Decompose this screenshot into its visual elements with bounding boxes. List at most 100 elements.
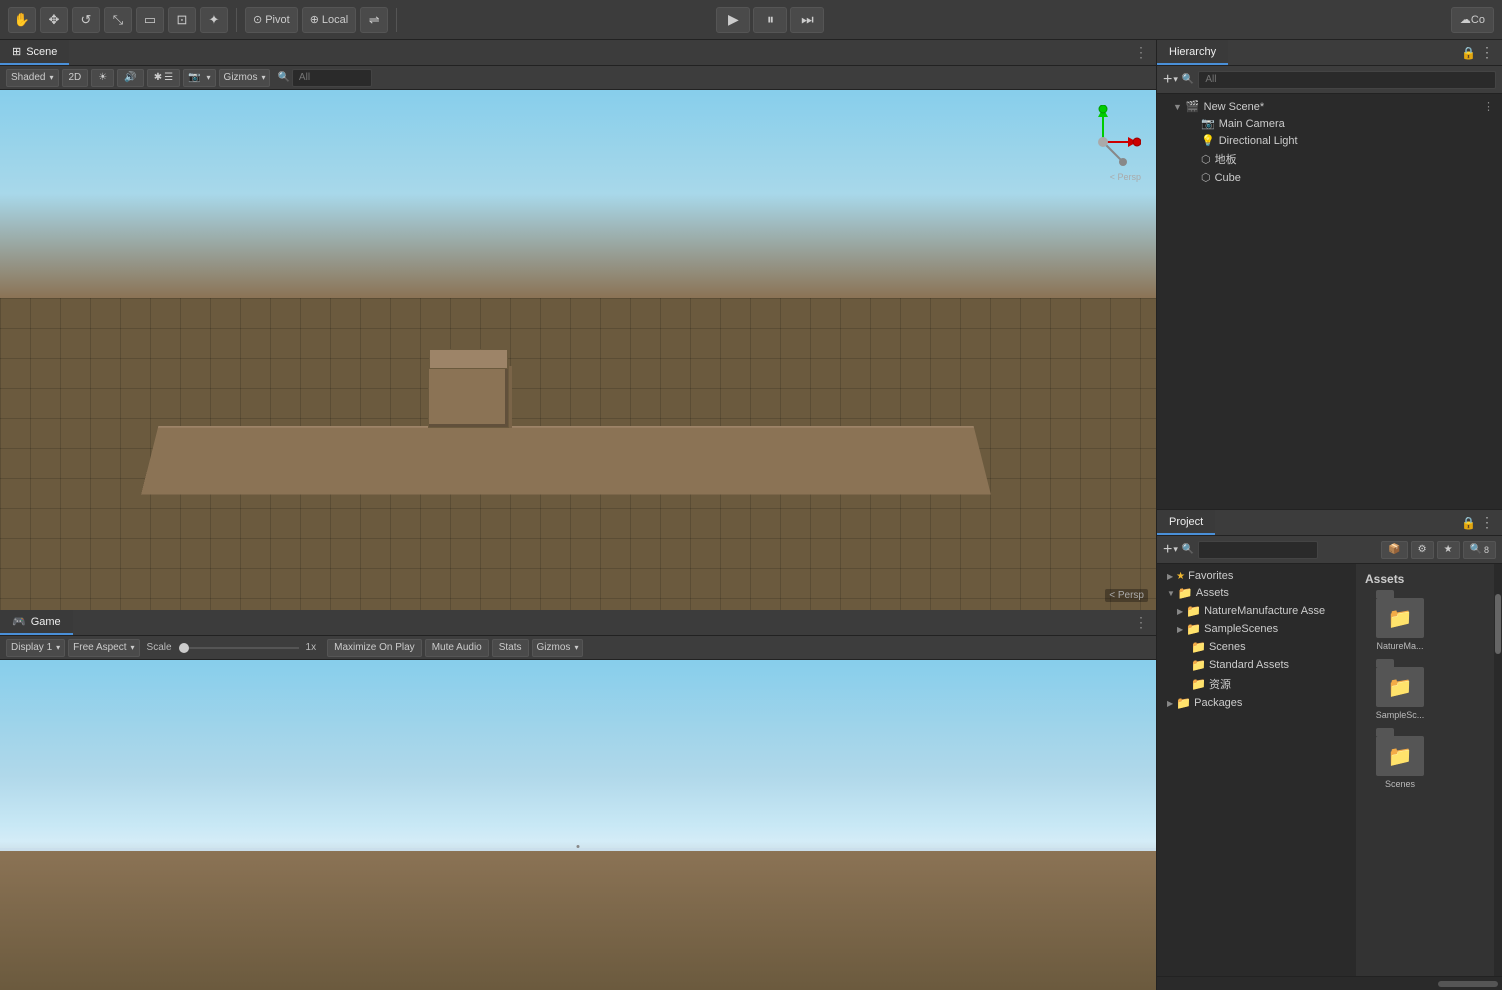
rect-tool-btn[interactable]: ▭ xyxy=(136,7,164,33)
packages-label: Packages xyxy=(1194,697,1242,709)
scene-cam-effects-btn[interactable]: 📷 xyxy=(183,69,215,87)
pause-btn[interactable]: ⏸ xyxy=(753,7,787,33)
plus-icon: + xyxy=(1163,71,1172,89)
game-tab[interactable]: 🎮 Game xyxy=(0,610,73,635)
gizmos-dropdown[interactable]: Gizmos xyxy=(219,69,271,87)
hierarchy-add-btn[interactable]: + ▾ xyxy=(1163,71,1178,89)
assets-label-tree: Assets xyxy=(1196,587,1229,599)
gizmos-label: Gizmos xyxy=(224,72,258,83)
project-hscrollbar xyxy=(1157,976,1502,990)
lighting-btn[interactable]: ☀ xyxy=(91,69,114,87)
hierarchy-main-camera[interactable]: 📷 Main Camera xyxy=(1157,115,1502,132)
hierarchy-ground[interactable]: ⬡ 地板 xyxy=(1157,149,1502,169)
scene-menu-icon: ⋮ xyxy=(1483,100,1494,113)
hierarchy-cube[interactable]: ⬡ Cube xyxy=(1157,169,1502,186)
project-tree-scenes[interactable]: 📁 Scenes xyxy=(1157,638,1356,656)
scene-vis-btn[interactable]: ✱ ☰ xyxy=(147,69,180,87)
light-icon: 💡 xyxy=(1201,134,1215,147)
project-tree-standard[interactable]: 📁 Standard Assets xyxy=(1157,656,1356,674)
project-lock-btn[interactable]: 🔒 xyxy=(1461,516,1476,530)
rotate-tool-btn[interactable]: ↺ xyxy=(72,7,100,33)
audio-icon: 🔊 xyxy=(124,72,136,83)
favorites-arrow: ▶ xyxy=(1167,572,1173,581)
project-toolbar: + ▾ 🔍 📦 ⚙ ★ 🔍 8 xyxy=(1157,536,1502,564)
display-dropdown[interactable]: Display 1 xyxy=(6,639,65,657)
project-tree-nature[interactable]: ▶ 📁 NatureManufacture Asse xyxy=(1157,602,1356,620)
asset-nature-folder[interactable]: 📁 NatureMa... xyxy=(1365,594,1435,655)
sample-label: SampleScenes xyxy=(1204,623,1278,635)
hierarchy-tab[interactable]: Hierarchy xyxy=(1157,40,1228,65)
play-btn[interactable]: ▶ xyxy=(716,7,750,33)
pivot-btn[interactable]: ⊙ Pivot xyxy=(245,7,298,33)
custom-editor-btn[interactable]: ✦ xyxy=(200,7,228,33)
game-toolbar: Display 1 Free Aspect Scale 1x Maximize … xyxy=(0,636,1156,660)
effects-icon: ✱ xyxy=(154,72,162,83)
project-settings-btn[interactable]: ⚙ xyxy=(1411,541,1434,559)
project-tab-label: Project xyxy=(1169,516,1203,528)
asset-scenes-folder[interactable]: 📁 Scenes xyxy=(1365,732,1435,793)
maximize-on-play-btn[interactable]: Maximize On Play xyxy=(327,639,422,657)
scene-search-input[interactable] xyxy=(292,69,372,87)
2d-toggle-btn[interactable]: 2D xyxy=(62,69,89,87)
project-add-btn[interactable]: + ▾ xyxy=(1163,541,1178,559)
project-tree-favorites[interactable]: ▶ ★ Favorites xyxy=(1157,568,1356,584)
game-gizmos-btn[interactable]: Gizmos xyxy=(532,639,584,657)
cloud-collab-btn[interactable]: ☁ Co xyxy=(1451,7,1494,33)
scene-expand-icon: ▼ xyxy=(1173,102,1182,112)
hierarchy-tab-bar: Hierarchy 🔒 ⋮ xyxy=(1157,40,1502,66)
shading-dropdown[interactable]: Shaded xyxy=(6,69,59,87)
cloud-icon: ☁ xyxy=(1460,13,1471,26)
scene-tab[interactable]: ⊞ Scene xyxy=(0,40,69,65)
hand-tool-btn[interactable]: ✋ xyxy=(8,7,36,33)
scene-toolbar: Shaded 2D ☀ 🔊 ✱ ☰ 📷 xyxy=(0,66,1156,90)
hierarchy-directional-light[interactable]: 💡 Directional Light xyxy=(1157,132,1502,149)
hierarchy-search-input[interactable] xyxy=(1198,71,1496,89)
scene-icon: 🎬 xyxy=(1186,100,1200,113)
project-tree-packages[interactable]: ▶ 📁 Packages xyxy=(1157,694,1356,712)
project-tree-assets[interactable]: ▼ 📁 Assets xyxy=(1157,584,1356,602)
transform-tool-btn[interactable]: ⊡ xyxy=(168,7,196,33)
hierarchy-scene-root[interactable]: ▼ 🎬 New Scene* ⋮ xyxy=(1157,98,1502,115)
project-add-dropdown-icon: ▾ xyxy=(1173,544,1178,555)
project-menu-btn[interactable]: ⋮ xyxy=(1480,514,1494,531)
scene-canvas: < Persp < Persp xyxy=(0,90,1156,610)
scene-name: New Scene* xyxy=(1204,101,1265,113)
playback-controls: ▶ ⏸ ⏭ xyxy=(716,7,824,33)
scale-slider[interactable] xyxy=(179,647,299,649)
filter-icon: 🔍 xyxy=(1470,544,1482,555)
top-right-area: ☁ Co xyxy=(1451,7,1494,33)
mute-audio-btn[interactable]: Mute Audio xyxy=(425,639,489,657)
extra-btn[interactable]: ⇌ xyxy=(360,7,388,33)
project-search-input[interactable] xyxy=(1198,541,1318,559)
project-tab[interactable]: Project xyxy=(1157,510,1215,535)
move-tool-btn[interactable]: ✥ xyxy=(40,7,68,33)
nature-arrow: ▶ xyxy=(1177,607,1183,616)
hierarchy-lock-btn[interactable]: 🔒 xyxy=(1461,46,1476,60)
project-star-btn[interactable]: ★ xyxy=(1437,541,1460,559)
scene-panel-menu-btn[interactable]: ⋮ xyxy=(1126,44,1156,61)
audio-btn[interactable]: 🔊 xyxy=(117,69,143,87)
project-search-filter-btn[interactable]: 🔍 8 xyxy=(1463,541,1496,559)
assets-grid: 📁 NatureMa... 📁 SampleSc... xyxy=(1365,594,1486,793)
project-tree-resources[interactable]: 📁 资源 xyxy=(1157,674,1356,694)
aspect-dropdown[interactable]: Free Aspect xyxy=(68,639,139,657)
game-panel-menu-btn[interactable]: ⋮ xyxy=(1126,614,1156,631)
asset-sample-folder[interactable]: 📁 SampleSc... xyxy=(1365,663,1435,724)
stats-btn[interactable]: Stats xyxy=(492,639,529,657)
project-packages-btn[interactable]: 📦 xyxy=(1381,541,1407,559)
step-btn[interactable]: ⏭ xyxy=(790,7,824,33)
project-scrollbar[interactable] xyxy=(1494,564,1502,976)
scene-cube xyxy=(428,366,509,428)
project-tree-sample[interactable]: ▶ 📁 SampleScenes xyxy=(1157,620,1356,638)
game-view: 🎮 Game ⋮ Display 1 Free Aspect Scale 1x … xyxy=(0,610,1157,990)
project-content: ▶ ★ Favorites ▼ 📁 Assets ▶ 📁 NatureM xyxy=(1157,564,1502,976)
folder-icon-nature: 📁 xyxy=(1388,606,1413,631)
assets-folder-icon: 📁 xyxy=(1178,586,1193,600)
standard-label: Standard Assets xyxy=(1209,659,1289,671)
resources-label: 资源 xyxy=(1209,676,1231,692)
hierarchy-menu-btn[interactable]: ⋮ xyxy=(1480,44,1494,61)
local-btn[interactable]: ⊕ Local xyxy=(302,7,357,33)
game-tab-label: Game xyxy=(31,616,61,628)
game-center-dot xyxy=(577,845,580,848)
scale-tool-btn[interactable]: ⤡ xyxy=(104,7,132,33)
